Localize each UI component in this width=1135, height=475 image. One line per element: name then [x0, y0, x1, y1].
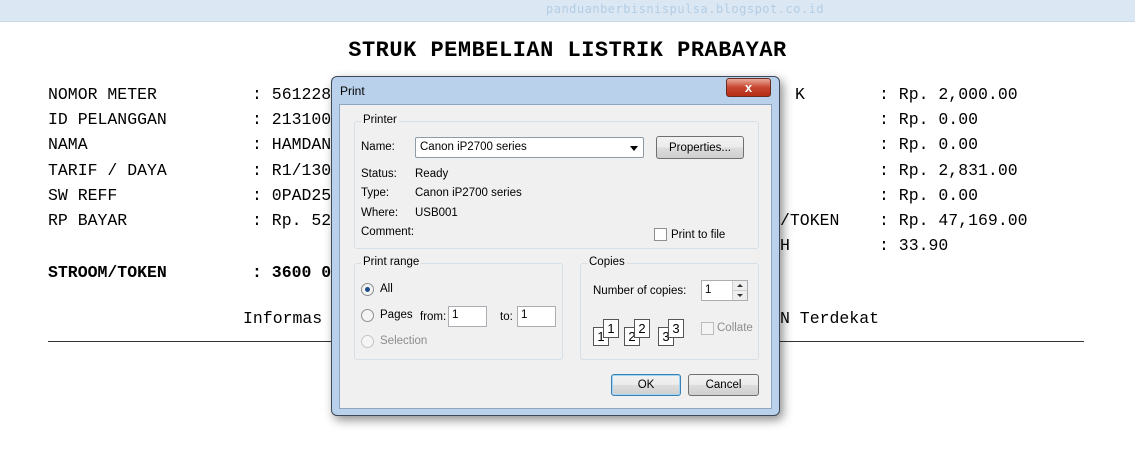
where-label: Where:: [361, 207, 399, 219]
from-label: from:: [420, 311, 447, 323]
printer-group-label: Printer: [361, 114, 399, 126]
info-text-right: N Terdekat: [780, 309, 880, 328]
status-label: Status:: [361, 168, 397, 180]
collate-page-2b: 2: [634, 319, 650, 338]
value-nomor-meter: : 561228: [252, 85, 332, 104]
printer-group: Printer Name: Canon iP2700 series Proper…: [354, 114, 759, 249]
number-of-copies-spinner[interactable]: 1: [701, 280, 748, 301]
spinner-buttons: [732, 281, 747, 300]
label-sw-reff: SW REFF: [48, 186, 118, 205]
value-sw-reff: : 0PAD25: [252, 186, 332, 205]
collate-pages-icon: 1 1 2 2 3 3: [593, 316, 699, 348]
printer-name-select[interactable]: Canon iP2700 series: [415, 137, 644, 158]
info-text-left: Informas: [243, 309, 323, 328]
collate-label: Collate: [717, 322, 753, 334]
label-id-pelanggan: ID PELANGGAN: [48, 110, 167, 129]
top-bar: panduanberbisnispulsa.blogspot.co.id: [0, 0, 1135, 22]
collate-checkbox[interactable]: [701, 322, 714, 335]
right-label-1: K: [795, 85, 805, 104]
dialog-title: Print: [340, 84, 365, 98]
number-of-copies-label: Number of copies:: [593, 285, 687, 297]
copies-group: Copies Number of copies: 1 1 1 2 2 3 3 C…: [580, 256, 759, 360]
label-tarif-daya: TARIF / DAYA: [48, 161, 167, 180]
value-tarif-daya: : R1/130: [252, 161, 332, 180]
comment-label: Comment:: [361, 226, 415, 238]
number-of-copies-value: 1: [705, 284, 712, 296]
printer-name-label: Name:: [361, 141, 395, 153]
right-label-token: /TOKEN: [780, 211, 840, 230]
print-range-selection-label: Selection: [380, 335, 428, 347]
label-nama: NAMA: [48, 135, 88, 154]
print-range-pages-label: Pages: [380, 309, 413, 321]
chevron-down-icon: [630, 146, 638, 151]
print-range-pages-radio[interactable]: [361, 309, 374, 322]
watermark: panduanberbisnispulsa.blogspot.co.id: [546, 2, 825, 16]
print-range-group-label: Print range: [361, 256, 422, 268]
value-rp-bayar: : Rp. 52: [252, 211, 332, 230]
label-stroom-token: STROOM/TOKEN: [48, 263, 167, 282]
close-button[interactable]: x: [726, 78, 771, 97]
value-id-pelanggan: : 213100: [252, 110, 332, 129]
right-value-3: : Rp. 0.00: [879, 135, 979, 154]
print-to-file-label: Print to file: [671, 229, 726, 241]
print-dialog: Print x Printer Name: Canon iP2700 serie…: [331, 76, 780, 416]
print-range-all-label: All: [380, 283, 393, 295]
to-input[interactable]: 1: [517, 306, 556, 327]
label-rp-bayar: RP BAYAR: [48, 211, 128, 230]
spin-up-icon[interactable]: [733, 281, 747, 291]
right-value-5: : Rp. 0.00: [879, 186, 979, 205]
right-value-4: : Rp. 2,831.00: [879, 161, 1018, 180]
right-label-kwh: H: [780, 236, 790, 255]
right-value-2: : Rp. 0.00: [879, 110, 979, 129]
spin-down-icon[interactable]: [733, 290, 747, 300]
cancel-button[interactable]: Cancel: [688, 374, 759, 396]
status-value: Ready: [415, 168, 449, 180]
copies-group-label: Copies: [587, 256, 627, 268]
ok-button[interactable]: OK: [611, 374, 681, 396]
printer-name-value: Canon iP2700 series: [420, 141, 527, 153]
print-range-group: Print range All Pages from: 1 to: 1 Sele…: [354, 256, 563, 360]
print-to-file-checkbox[interactable]: [654, 228, 667, 241]
collate-page-1b: 1: [603, 319, 619, 338]
close-icon: x: [744, 80, 753, 95]
print-range-all-radio[interactable]: [361, 283, 374, 296]
to-label: to:: [500, 311, 513, 323]
value-nama: : HAMDAN: [252, 135, 332, 154]
dialog-body: Printer Name: Canon iP2700 series Proper…: [339, 104, 772, 409]
from-input[interactable]: 1: [448, 306, 487, 327]
receipt-title: STRUK PEMBELIAN LISTRIK PRABAYAR: [348, 38, 787, 63]
label-nomor-meter: NOMOR METER: [48, 85, 157, 104]
properties-button[interactable]: Properties...: [656, 136, 744, 159]
print-range-selection-radio[interactable]: [361, 335, 374, 348]
type-label: Type:: [361, 187, 390, 199]
value-stroom-token: : 3600 0: [252, 263, 332, 282]
right-value-1: : Rp. 2,000.00: [879, 85, 1018, 104]
collate-page-3b: 3: [668, 319, 684, 338]
right-value-6: : Rp. 47,169.00: [879, 211, 1028, 230]
type-value: Canon iP2700 series: [415, 187, 522, 199]
right-value-7: : 33.90: [879, 236, 949, 255]
where-value: USB001: [415, 207, 458, 219]
